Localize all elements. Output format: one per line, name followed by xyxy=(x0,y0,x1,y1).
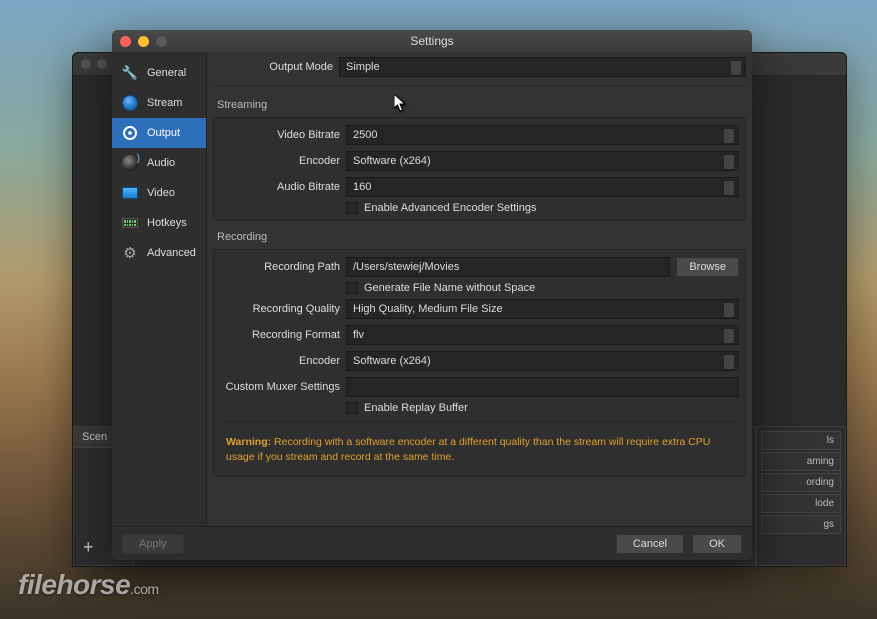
video-bitrate-label: Video Bitrate xyxy=(220,129,340,141)
muxer-input[interactable] xyxy=(346,377,739,397)
add-scene-button[interactable]: + xyxy=(83,537,94,558)
sidebar-item-label: Hotkeys xyxy=(147,217,187,229)
advanced-encoder-label: Enable Advanced Encoder Settings xyxy=(364,202,536,214)
recording-header: Recording xyxy=(213,225,746,245)
advanced-encoder-checkbox[interactable] xyxy=(346,202,358,214)
browse-button[interactable]: Browse xyxy=(676,257,739,277)
recording-section: Recording Path /Users/stewiej/Movies Bro… xyxy=(213,249,746,477)
encoder-label: Encoder xyxy=(220,155,340,167)
bg-side-item[interactable]: gs xyxy=(761,515,841,534)
streaming-encoder-combo[interactable]: Software (x264) xyxy=(346,151,739,171)
window-title: Settings xyxy=(112,34,752,48)
sidebar-item-label: Video xyxy=(147,187,175,199)
gear-icon xyxy=(120,245,140,261)
settings-content: Output Mode Simple Streaming Video Bitra… xyxy=(207,52,752,526)
sidebar-item-label: Output xyxy=(147,127,180,139)
bg-traffic-light xyxy=(97,59,107,69)
sidebar-item-advanced[interactable]: Advanced xyxy=(112,238,206,268)
broadcast-icon xyxy=(120,125,140,141)
globe-icon xyxy=(120,95,140,111)
output-mode-combo[interactable]: Simple xyxy=(339,57,746,77)
settings-window: Settings General Stream Output Audio Vid xyxy=(112,30,752,560)
cancel-button[interactable]: Cancel xyxy=(616,534,684,554)
maximize-icon xyxy=(156,36,167,47)
titlebar[interactable]: Settings xyxy=(112,30,752,52)
wrench-icon xyxy=(120,65,140,81)
sidebar-item-label: Audio xyxy=(147,157,175,169)
recording-encoder-label: Encoder xyxy=(220,355,340,367)
output-mode-label: Output Mode xyxy=(213,61,333,73)
gen-filename-checkbox[interactable] xyxy=(346,282,358,294)
sidebar-item-output[interactable]: Output xyxy=(112,118,206,148)
settings-sidebar: General Stream Output Audio Video Hotkey… xyxy=(112,52,207,526)
minimize-icon[interactable] xyxy=(138,36,149,47)
dialog-footer: Apply Cancel OK xyxy=(112,526,752,560)
bg-side-item[interactable]: ording xyxy=(761,473,841,492)
apply-button: Apply xyxy=(122,534,184,554)
recording-format-label: Recording Format xyxy=(220,329,340,341)
recording-path-label: Recording Path xyxy=(220,261,340,273)
sidebar-item-hotkeys[interactable]: Hotkeys xyxy=(112,208,206,238)
sidebar-item-label: Stream xyxy=(147,97,182,109)
muxer-label: Custom Muxer Settings xyxy=(220,381,340,393)
ok-button[interactable]: OK xyxy=(692,534,742,554)
gen-filename-label: Generate File Name without Space xyxy=(364,282,535,294)
bg-side-item[interactable]: lode xyxy=(761,494,841,513)
sidebar-item-video[interactable]: Video xyxy=(112,178,206,208)
streaming-header: Streaming xyxy=(213,93,746,113)
sidebar-item-stream[interactable]: Stream xyxy=(112,88,206,118)
warning-text: Warning: Recording with a software encod… xyxy=(220,429,739,470)
keyboard-icon xyxy=(120,215,140,231)
bg-side-item[interactable]: aming xyxy=(761,452,841,471)
recording-quality-combo[interactable]: High Quality, Medium File Size xyxy=(346,299,739,319)
audio-bitrate-combo[interactable]: 160 xyxy=(346,177,739,197)
monitor-icon xyxy=(120,185,140,201)
filehorse-watermark: filehorse.com xyxy=(18,569,159,601)
bg-right-panel: ls aming ording lode gs xyxy=(756,426,846,566)
recording-encoder-combo[interactable]: Software (x264) xyxy=(346,351,739,371)
sidebar-item-audio[interactable]: Audio xyxy=(112,148,206,178)
replay-buffer-checkbox[interactable] xyxy=(346,402,358,414)
speaker-icon xyxy=(120,155,140,171)
sidebar-item-label: Advanced xyxy=(147,247,196,259)
sidebar-item-general[interactable]: General xyxy=(112,58,206,88)
video-bitrate-input[interactable]: 2500 xyxy=(346,125,739,145)
recording-quality-label: Recording Quality xyxy=(220,303,340,315)
close-icon[interactable] xyxy=(120,36,131,47)
streaming-section: Video Bitrate 2500 Encoder Software (x26… xyxy=(213,117,746,221)
audio-bitrate-label: Audio Bitrate xyxy=(220,181,340,193)
sidebar-item-label: General xyxy=(147,67,186,79)
recording-format-combo[interactable]: flv xyxy=(346,325,739,345)
bg-side-item[interactable]: ls xyxy=(761,431,841,450)
bg-traffic-light xyxy=(81,59,91,69)
recording-path-input[interactable]: /Users/stewiej/Movies xyxy=(346,257,670,277)
replay-buffer-label: Enable Replay Buffer xyxy=(364,402,468,414)
